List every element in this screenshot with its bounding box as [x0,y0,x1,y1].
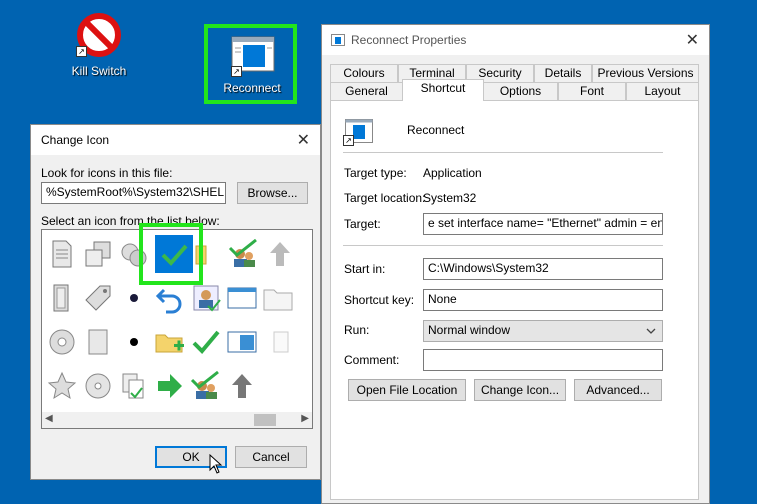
comment-input[interactable] [423,349,663,371]
target-location-label: Target location: [344,191,426,205]
tab-layout[interactable]: Layout [626,82,699,101]
shortcut-arrow-icon: ↗ [343,135,354,146]
look-for-label: Look for icons in this file: [41,166,173,180]
highlight-box [204,24,297,104]
scroll-left-icon[interactable]: ◀ [45,413,53,424]
titlebar: Reconnect Properties ✕ [322,25,709,55]
separator [343,245,663,246]
change-icon-button[interactable]: Change Icon... [474,379,566,401]
window-icon[interactable] [226,282,258,314]
copy-check-icon[interactable] [118,370,150,402]
star-icon[interactable] [46,370,78,402]
run-label: Run: [344,323,370,337]
dialog-title: Change Icon [41,133,110,147]
shortcut-key-label: Shortcut key: [344,293,415,307]
document-icon[interactable] [46,238,78,270]
desktop-icon-label: Kill Switch [71,64,127,78]
tab-details[interactable]: Details [534,64,592,83]
undo-arrow-icon[interactable] [154,282,186,314]
blank-icon[interactable] [262,326,294,358]
folder-add-icon[interactable] [154,326,186,358]
tab-font[interactable]: Font [558,82,626,101]
horizontal-scrollbar[interactable]: ◀ ▶ [42,412,312,428]
shortcut-name: Reconnect [407,123,465,137]
tag-icon[interactable] [82,282,114,314]
cancel-button[interactable]: Cancel [235,446,307,468]
run-select-value: Normal window [428,323,511,337]
panel-icon[interactable] [46,282,78,314]
close-icon[interactable]: ✕ [297,130,310,150]
panel-window-icon[interactable] [226,326,258,358]
start-in-input[interactable]: C:\Windows\System32 [423,258,663,280]
checkmark-icon[interactable] [190,326,222,358]
target-type-value: Application [423,166,482,180]
disc-icon[interactable] [82,370,114,402]
user-settings-icon[interactable] [190,282,222,314]
tab-options[interactable]: Options [483,82,558,101]
chevron-down-icon [646,328,656,334]
users-check-icon[interactable] [228,238,260,270]
application-window-icon [331,34,345,46]
users-check-icon[interactable] [190,370,222,402]
tab-general[interactable]: General [330,82,403,101]
scrollbar-thumb[interactable] [254,414,276,426]
highlight-box [139,223,203,285]
shortcut-tab-panel: ↗ Reconnect Target type: Application Tar… [330,100,699,500]
scroll-right-icon[interactable]: ▶ [301,413,309,424]
change-icon-dialog: Change Icon ✕ Look for icons in this fil… [30,124,321,480]
run-select[interactable]: Normal window [423,320,663,342]
desktop-icon-kill-switch[interactable]: ↗ Kill Switch [62,10,136,80]
target-location-value: System32 [423,191,477,205]
target-input[interactable]: e set interface name= "Ethernet" admin =… [423,213,663,235]
blank-folder-icon[interactable] [262,282,294,314]
separator [343,152,663,153]
target-type-label: Target type: [344,166,407,180]
arrow-up-icon[interactable] [264,238,296,270]
properties-window: Reconnect Properties ✕ Colours Terminal … [321,24,710,504]
comment-label: Comment: [344,353,400,367]
cd-drive-icon[interactable] [46,326,78,358]
open-file-location-button[interactable]: Open File Location [348,379,466,401]
mouse-cursor-icon [209,454,223,474]
windows-stack-icon[interactable] [82,238,114,270]
tab-shortcut[interactable]: Shortcut [402,79,484,101]
start-in-label: Start in: [344,262,386,276]
shortcut-arrow-icon: ↗ [76,46,87,57]
tab-previous-versions[interactable]: Previous Versions [592,64,699,83]
browse-button[interactable]: Browse... [237,182,308,204]
shortcut-key-input[interactable]: None [423,289,663,311]
dot-icon[interactable] [118,282,150,314]
dot-icon[interactable] [118,326,150,358]
icon-file-path-input[interactable]: %SystemRoot%\System32\SHELL32 [41,182,226,204]
arrow-right-icon[interactable] [154,370,186,402]
target-label: Target: [344,217,381,231]
tab-colours[interactable]: Colours [330,64,398,83]
blank-page-icon[interactable] [82,326,114,358]
arrow-up-icon[interactable] [226,370,258,402]
advanced-button[interactable]: Advanced... [574,379,662,401]
window-title: Reconnect Properties [351,33,467,47]
close-icon[interactable]: ✕ [686,30,699,50]
titlebar: Change Icon ✕ [31,125,320,155]
